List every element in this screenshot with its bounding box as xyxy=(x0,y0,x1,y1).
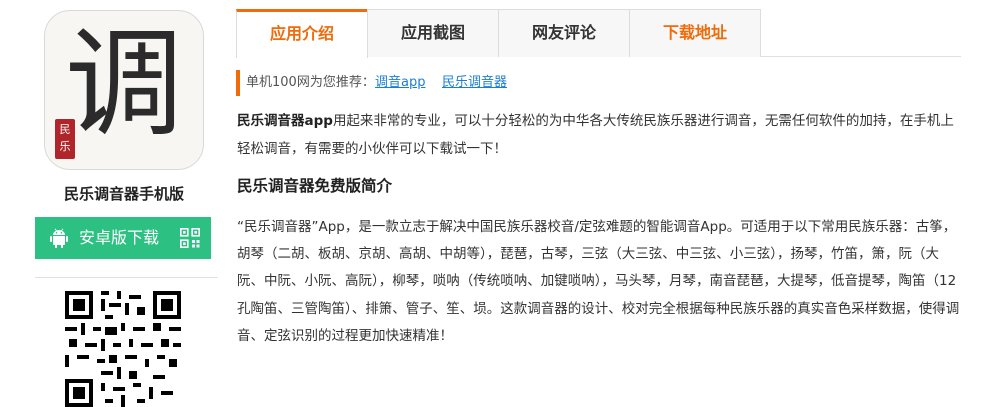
recommend-accent-bar xyxy=(236,70,240,96)
app-icon: 调 民乐 xyxy=(44,10,204,170)
intro-paragraph: 民乐调音器app用起来非常的专业，可以十分轻松的为中华各大传统民族乐器进行调音，… xyxy=(237,107,962,163)
app-icon-seal: 民乐 xyxy=(55,119,75,159)
recommend-bar: 单机100网为您推荐： 调音app 民乐调音器 xyxy=(236,70,636,96)
body-paragraph: “民乐调音器”App，是一款立志于解决中国民族乐器校音/定弦难题的智能调音App… xyxy=(237,219,960,344)
tab-comments[interactable]: 网友评论 xyxy=(498,9,630,57)
intro-bold: 民乐调音器app xyxy=(237,113,333,129)
download-label: 安卓版下载 xyxy=(79,228,160,247)
app-name: 民乐调音器手机版 xyxy=(63,185,184,203)
qr-code xyxy=(65,291,181,407)
recommend-link-tuning-app[interactable]: 调音app xyxy=(375,70,425,96)
left-divider xyxy=(35,277,218,278)
android-icon xyxy=(50,228,68,248)
intro-text: 用起来非常的专业，可以十分轻松的为中华各大传统民族乐器进行调音，无需任何软件的加… xyxy=(237,113,954,157)
android-download-button[interactable]: 安卓版下载 xyxy=(35,217,211,259)
tab-screenshots[interactable]: 应用截图 xyxy=(367,9,499,57)
qr-mini-icon[interactable] xyxy=(180,228,200,248)
recommend-prefix: 单机100网为您推荐： xyxy=(246,75,375,90)
tab-bar: 应用介绍 应用截图 网友评论 下载地址 xyxy=(236,9,961,58)
tab-download[interactable]: 下载地址 xyxy=(629,9,761,57)
section-title: 民乐调音器免费版简介 xyxy=(237,177,393,195)
recommend-link-folk-tuner[interactable]: 民乐调音器 xyxy=(442,70,507,96)
tab-intro[interactable]: 应用介绍 xyxy=(236,9,368,58)
